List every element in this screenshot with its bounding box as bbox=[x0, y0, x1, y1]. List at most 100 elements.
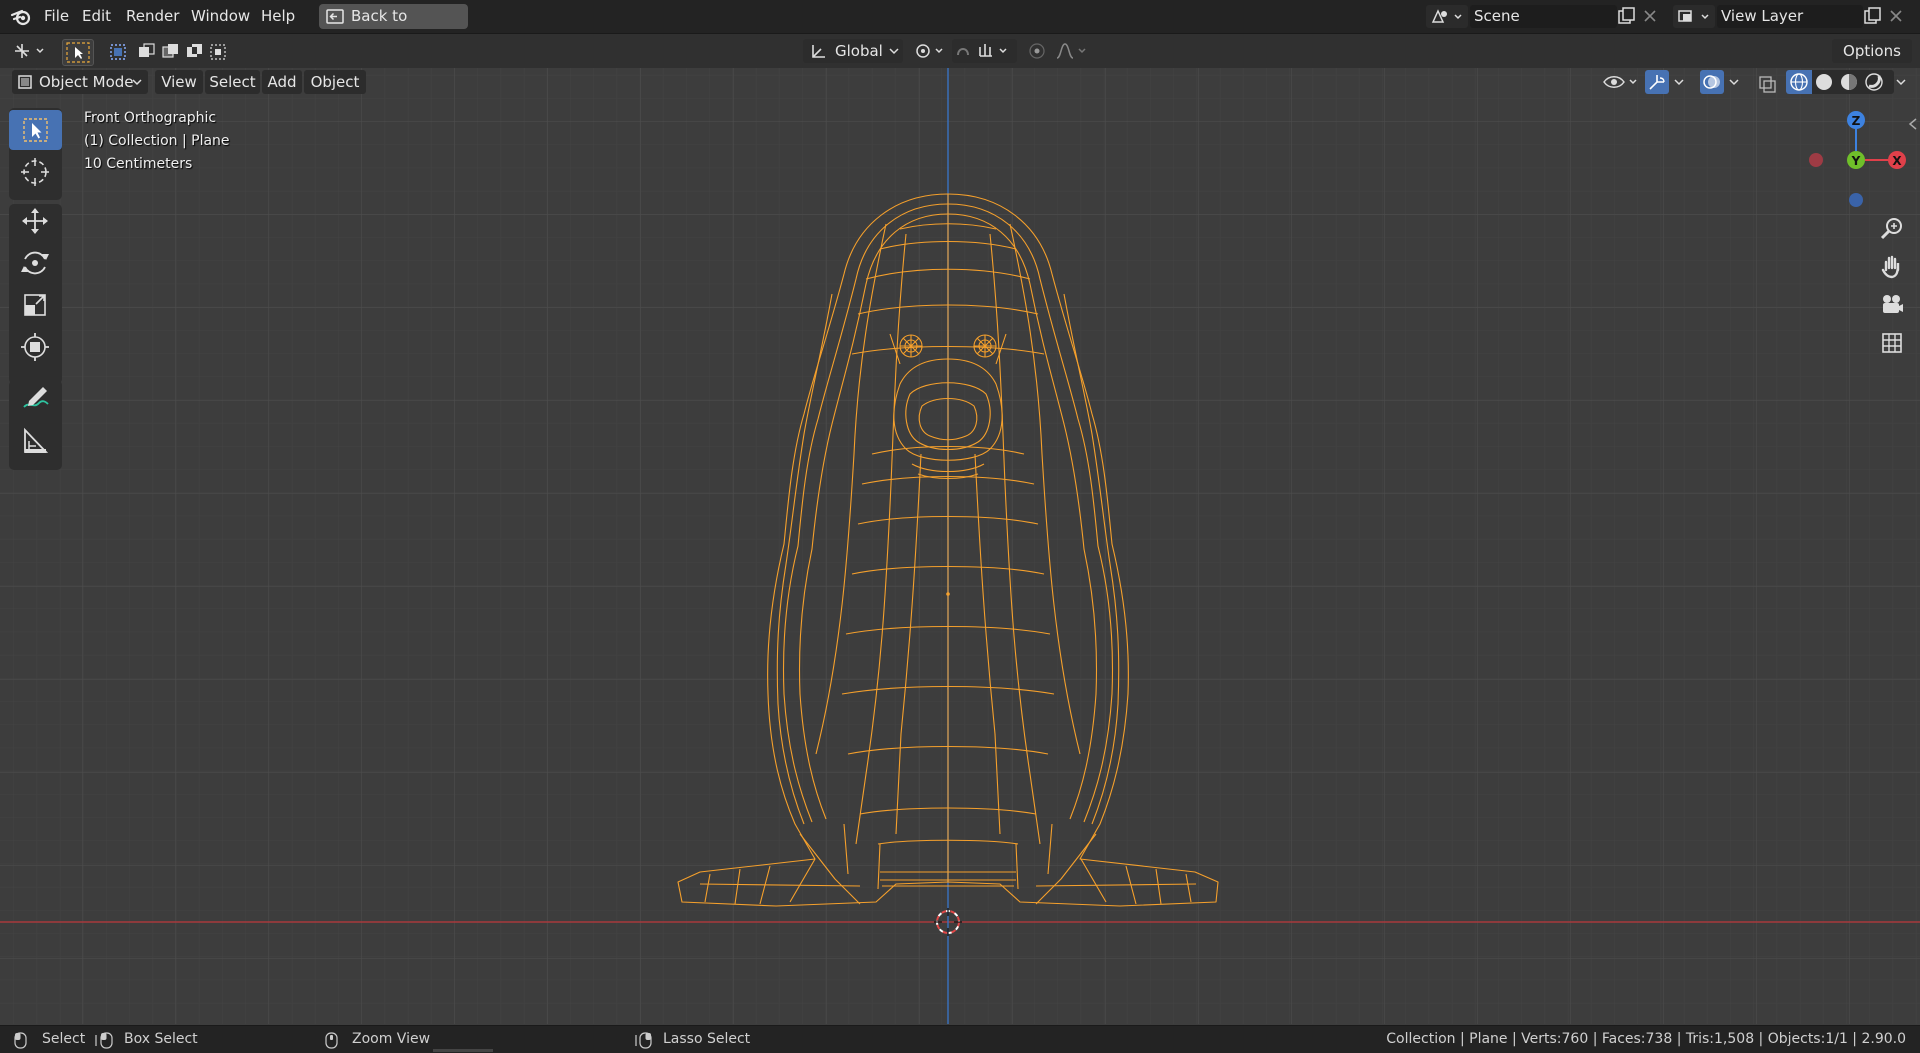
chevron-down-icon[interactable] bbox=[1671, 70, 1687, 94]
wireframe-shading-icon bbox=[1790, 73, 1808, 91]
perspective-grid-icon[interactable] bbox=[1875, 326, 1909, 360]
y-axis-label: Y bbox=[1851, 154, 1861, 168]
camera-view-icon[interactable] bbox=[1875, 288, 1909, 322]
neg-z-axis-handle bbox=[1849, 193, 1863, 207]
scene-name: Scene bbox=[1474, 7, 1520, 25]
view-layer-name: View Layer bbox=[1721, 7, 1804, 25]
snap-controls[interactable] bbox=[952, 39, 1017, 63]
z-axis-label: Z bbox=[1852, 114, 1861, 128]
transform-tool[interactable] bbox=[9, 327, 62, 367]
move-tool[interactable] bbox=[9, 201, 62, 241]
pivot-point-icon[interactable] bbox=[912, 40, 948, 62]
view-name-label: Front Orthographic bbox=[84, 110, 217, 126]
scene-name-field[interactable]: Scene bbox=[1470, 5, 1617, 28]
view-layer-name-field[interactable]: View Layer bbox=[1717, 5, 1863, 28]
viewport-header: Object Mode View Select Add Object bbox=[0, 68, 1920, 96]
scale-icon bbox=[24, 294, 46, 316]
new-scene-icon[interactable] bbox=[1617, 7, 1637, 26]
status-bar: Select Box Select Zoom View Lasso Select… bbox=[0, 1025, 1920, 1053]
penguin-wireframe-mesh[interactable] bbox=[0, 34, 1920, 1024]
3d-viewport[interactable] bbox=[0, 34, 1920, 1024]
chevron-down-icon[interactable] bbox=[1893, 70, 1909, 94]
visibility-icon[interactable] bbox=[1600, 70, 1640, 94]
gizmo-toggle-button[interactable] bbox=[1645, 70, 1669, 94]
editor-type-icon[interactable] bbox=[12, 41, 48, 61]
menu-file[interactable]: File bbox=[44, 0, 69, 33]
chevron-down-icon bbox=[889, 48, 899, 55]
status-zoom-view: Zoom View bbox=[352, 1031, 431, 1047]
grid-scale-label: 10 Centimeters bbox=[84, 156, 193, 172]
options-dropdown[interactable]: Options bbox=[1832, 39, 1912, 63]
mouse-left-icon bbox=[14, 1032, 27, 1049]
gizmo-icon bbox=[1649, 75, 1665, 90]
new-view-layer-icon[interactable] bbox=[1863, 7, 1883, 26]
active-tool-button[interactable] bbox=[62, 39, 94, 66]
view-layer-browse-button[interactable] bbox=[1673, 5, 1715, 28]
xray-toggle-icon[interactable] bbox=[1757, 72, 1779, 94]
select-box-tool[interactable] bbox=[9, 110, 62, 150]
viewport-menu-add[interactable]: Add bbox=[262, 70, 302, 94]
mode-value: Object Mode bbox=[39, 73, 134, 91]
zoom-view-icon[interactable] bbox=[1875, 212, 1909, 246]
transform-orientation-dropdown[interactable]: Global bbox=[803, 39, 903, 63]
object-mode-icon bbox=[18, 75, 32, 89]
mouse-middle-icon bbox=[325, 1032, 338, 1049]
overlays-icon bbox=[1703, 75, 1720, 89]
snap-icon bbox=[957, 44, 1007, 57]
select-box-icon bbox=[23, 118, 48, 142]
pan-hand-icon[interactable] bbox=[1875, 250, 1909, 284]
sidebar-toggle-chevron-icon[interactable] bbox=[1907, 117, 1919, 131]
scale-tool[interactable] bbox=[9, 285, 62, 325]
menu-window[interactable]: Window bbox=[191, 0, 250, 33]
move-icon bbox=[22, 208, 48, 234]
annotate-pencil-icon bbox=[23, 387, 49, 408]
status-lasso-select: Lasso Select bbox=[663, 1031, 751, 1047]
delete-view-layer-icon[interactable] bbox=[1889, 9, 1903, 23]
cursor-select-icon bbox=[66, 42, 90, 63]
menu-edit[interactable]: Edit bbox=[82, 0, 111, 33]
mouse-right-drag-icon bbox=[635, 1032, 652, 1049]
mouse-drag-icon bbox=[95, 1032, 113, 1049]
overlays-toggle-button[interactable] bbox=[1700, 70, 1724, 94]
orientation-value: Global bbox=[835, 42, 883, 60]
object-menu-label: Object bbox=[310, 73, 360, 91]
3d-cursor-icon bbox=[21, 158, 49, 186]
chevron-down-icon[interactable] bbox=[1726, 70, 1742, 94]
orientation-icon bbox=[812, 45, 825, 58]
status-box-select: Box Select bbox=[124, 1031, 198, 1047]
viewport-menu-select[interactable]: Select bbox=[205, 70, 260, 94]
cursor-tool[interactable] bbox=[9, 152, 62, 192]
selection-mode-icons[interactable] bbox=[108, 42, 230, 62]
rotate-icon bbox=[21, 251, 49, 275]
x-axis-label: X bbox=[1892, 154, 1902, 168]
menu-render[interactable]: Render bbox=[126, 0, 179, 33]
rotate-tool[interactable] bbox=[9, 243, 62, 283]
wireframe-shading-button[interactable] bbox=[1786, 70, 1812, 94]
viewport-menu-object[interactable]: Object bbox=[304, 70, 366, 94]
shading-mode-buttons[interactable] bbox=[1786, 70, 1894, 94]
back-to-previous-button[interactable]: Back to Previous bbox=[319, 4, 468, 50]
scene-browse-button[interactable] bbox=[1426, 5, 1468, 28]
add-menu-label: Add bbox=[267, 73, 297, 91]
select-menu-label: Select bbox=[209, 73, 256, 91]
measure-ruler-icon bbox=[24, 427, 49, 453]
tool-settings-header: Global Options bbox=[0, 34, 1920, 68]
measure-tool[interactable] bbox=[9, 421, 62, 461]
blender-logo-icon[interactable] bbox=[10, 7, 32, 27]
menu-help[interactable]: Help bbox=[261, 0, 295, 33]
viewport-menu-view[interactable]: View bbox=[155, 70, 203, 94]
back-icon bbox=[326, 9, 344, 24]
status-select: Select bbox=[42, 1031, 86, 1047]
neg-x-axis-handle bbox=[1809, 153, 1823, 167]
proportional-editing-icon[interactable] bbox=[1025, 41, 1090, 61]
collection-info-label: (1) Collection | Plane bbox=[84, 133, 230, 149]
top-menu-bar: File Edit Render Window Help Back to Pre… bbox=[0, 0, 1920, 50]
mode-dropdown[interactable]: Object Mode bbox=[12, 70, 148, 94]
navigation-gizmo[interactable]: Z Y X bbox=[1800, 105, 1920, 215]
delete-scene-icon[interactable] bbox=[1643, 9, 1657, 23]
solid-material-rendered-icons bbox=[1816, 73, 1883, 91]
view-menu-label: View bbox=[161, 73, 197, 91]
3d-cursor[interactable] bbox=[934, 908, 962, 936]
annotate-tool[interactable] bbox=[9, 379, 62, 419]
options-label: Options bbox=[1843, 42, 1901, 60]
